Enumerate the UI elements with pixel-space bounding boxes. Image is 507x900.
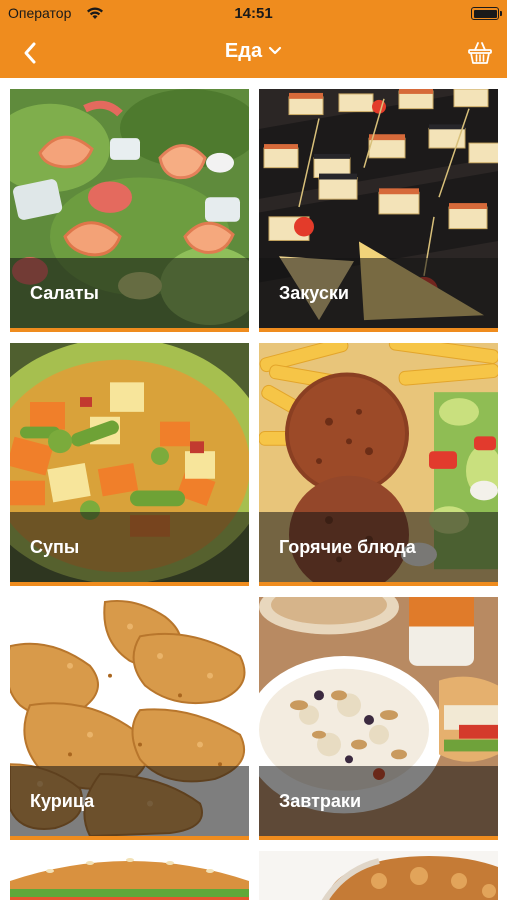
category-label: Супы — [30, 537, 80, 557]
category-tile-partial-left[interactable] — [10, 851, 249, 900]
category-tile-soups[interactable]: Супы — [10, 343, 249, 586]
category-tile-partial-right[interactable] — [259, 851, 498, 900]
burger-image — [10, 851, 249, 900]
category-tile-chicken[interactable]: Курица — [10, 597, 249, 840]
app-screen: Оператор 14:51 Еда Салаты Закуски Супы Г… — [0, 0, 507, 900]
category-label: Закуски — [279, 283, 349, 303]
category-label: Завтраки — [279, 791, 362, 811]
basket-button[interactable] — [467, 40, 493, 66]
category-tile-breakfasts[interactable]: Завтраки — [259, 597, 498, 840]
battery-icon — [471, 7, 502, 20]
category-label: Салаты — [30, 283, 99, 303]
page-title: Еда — [224, 40, 263, 62]
category-selector[interactable]: Еда — [0, 40, 507, 63]
category-tile-salads[interactable]: Салаты — [10, 89, 249, 332]
category-tile-snacks[interactable]: Закуски — [259, 89, 498, 332]
navigation-bar: Еда — [0, 28, 507, 78]
category-tile-hot-dishes[interactable]: Горячие блюда — [259, 343, 498, 586]
category-label: Курица — [30, 791, 95, 811]
category-label: Горячие блюда — [279, 537, 416, 557]
clock-time: 14:51 — [234, 5, 273, 22]
status-bar: Оператор 14:51 — [0, 0, 507, 28]
pastry-image — [259, 851, 498, 900]
chevron-down-icon — [268, 46, 282, 55]
